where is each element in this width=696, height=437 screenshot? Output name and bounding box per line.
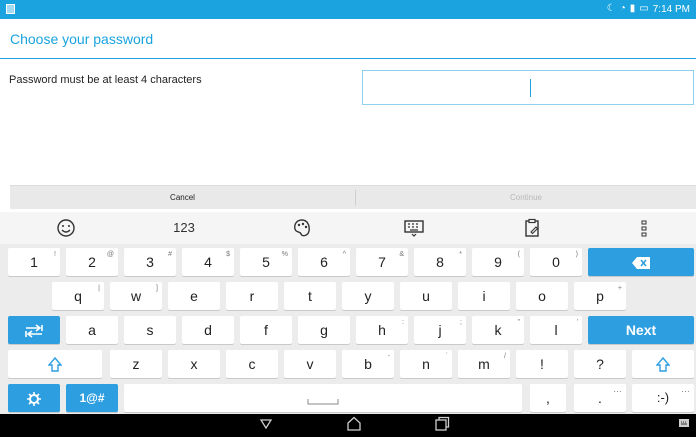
key-j[interactable]: j;: [414, 316, 466, 344]
key-w[interactable]: w]: [110, 282, 162, 310]
moon-icon: ☾: [606, 3, 616, 14]
key-d[interactable]: d: [182, 316, 234, 344]
space-bar-icon: [307, 399, 339, 405]
wifi-icon: ◔: [619, 3, 626, 14]
backspace-key[interactable]: [588, 248, 694, 276]
keyboard-toolbar: 123: [0, 212, 696, 244]
numbers-toggle[interactable]: 123: [164, 218, 204, 238]
tab-icon: [25, 324, 43, 338]
home-icon[interactable]: [344, 416, 364, 435]
key-u[interactable]: u: [400, 282, 452, 310]
key-k[interactable]: k ": [472, 316, 524, 344]
keyboard: 123 1! 2 @ 3 # 4 $ 5% 6 ^ 7 & 8 * 9( 0) q | w] …: [0, 212, 696, 414]
key-q[interactable]: q |: [52, 282, 104, 310]
key-h[interactable]: h:: [356, 316, 408, 344]
key-s[interactable]: s: [124, 316, 176, 344]
palette-icon[interactable]: [288, 218, 316, 238]
page-title: Choose your password: [10, 31, 154, 47]
key-5[interactable]: 5%: [240, 248, 292, 276]
key-m[interactable]: m /: [458, 350, 510, 378]
key-r[interactable]: r: [226, 282, 278, 310]
header: Choose your password: [0, 19, 696, 59]
key-9[interactable]: 9(: [472, 248, 524, 276]
key-p[interactable]: p +: [574, 282, 626, 310]
settings-icon: [27, 392, 41, 407]
key-7[interactable]: 7 &: [356, 248, 408, 276]
signal-icon: ▮: [629, 3, 636, 14]
key-8[interactable]: 8 *: [414, 248, 466, 276]
key-v[interactable]: v: [284, 350, 336, 378]
shift-icon: [655, 357, 671, 372]
backspace-icon: [632, 257, 650, 270]
shift-icon: [47, 357, 63, 372]
navigation-bar: [0, 414, 696, 437]
key-z[interactable]: z: [110, 350, 162, 378]
clipboard-icon[interactable]: [518, 218, 546, 238]
notification-icon: [6, 4, 15, 14]
key-6[interactable]: 6 ^: [298, 248, 350, 276]
recents-icon[interactable]: [432, 416, 452, 435]
key-c[interactable]: c: [226, 350, 278, 378]
key-b[interactable]: b-: [342, 350, 394, 378]
password-input[interactable]: [362, 70, 694, 105]
shift-key-left[interactable]: [8, 350, 102, 378]
emoticon-key[interactable]: :-)…: [632, 384, 694, 412]
more-icon[interactable]: [634, 218, 654, 238]
key-o[interactable]: o: [516, 282, 568, 310]
symbols-key[interactable]: 1@#: [66, 384, 118, 412]
emoji-icon[interactable]: [52, 218, 80, 238]
status-bar: ☾ ◔ ▮ ▭ 7:14 PM: [0, 0, 696, 19]
text-cursor: [530, 79, 531, 97]
key-t[interactable]: t: [284, 282, 336, 310]
key-4[interactable]: 4 $: [182, 248, 234, 276]
key-l[interactable]: l ': [530, 316, 582, 344]
key-a[interactable]: a: [66, 316, 118, 344]
keyboard-hide-icon[interactable]: [400, 218, 428, 238]
continue-button[interactable]: Continue: [356, 186, 696, 210]
space-key[interactable]: [124, 384, 522, 412]
key-period[interactable]: .…: [574, 384, 626, 412]
key-comma[interactable]: ,: [530, 384, 566, 412]
password-hint: Password must be at least 4 characters: [9, 74, 202, 86]
key-3[interactable]: 3 #: [124, 248, 176, 276]
shift-key-right[interactable]: [632, 350, 694, 378]
key-f[interactable]: f: [240, 316, 292, 344]
next-button[interactable]: Next: [588, 316, 694, 344]
tab-key[interactable]: [8, 316, 60, 344]
key-2[interactable]: 2 @: [66, 248, 118, 276]
key-x[interactable]: x: [168, 350, 220, 378]
key-question[interactable]: ?: [574, 350, 626, 378]
key-e[interactable]: e: [168, 282, 220, 310]
button-bar: Cancel Continue: [10, 185, 696, 209]
status-time: 7:14 PM: [652, 3, 690, 15]
key-g[interactable]: g: [298, 316, 350, 344]
keyboard-switch-icon[interactable]: [674, 416, 694, 435]
cancel-button[interactable]: Cancel: [10, 186, 355, 210]
key-n[interactable]: n `: [400, 350, 452, 378]
battery-icon: ▭: [639, 3, 649, 14]
key-0[interactable]: 0): [530, 248, 582, 276]
status-icons: ☾ ◔ ▮ ▭ 7:14 PM: [607, 2, 690, 16]
key-i[interactable]: i: [458, 282, 510, 310]
key-1[interactable]: 1!: [8, 248, 60, 276]
key-y[interactable]: y: [342, 282, 394, 310]
back-icon[interactable]: [256, 416, 276, 435]
key-exclamation[interactable]: !: [516, 350, 568, 378]
settings-key[interactable]: [8, 384, 60, 412]
